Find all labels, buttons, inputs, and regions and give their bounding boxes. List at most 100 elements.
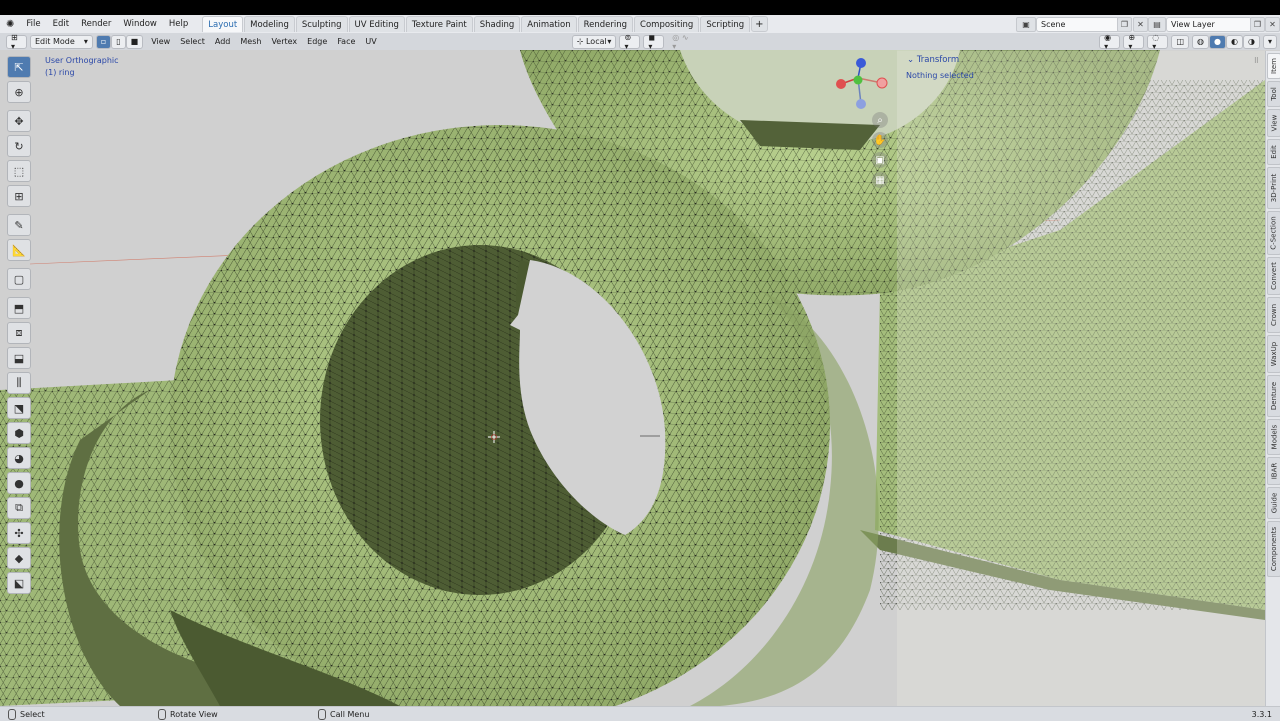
tab-texture-paint[interactable]: Texture Paint [405, 16, 473, 32]
menu-render[interactable]: Render [75, 19, 117, 29]
cursor-tool-icon[interactable]: ⊕ [7, 81, 31, 103]
viewport-header: ⊞ ▾ Edit Mode ▾ ▫ ▯ ■ View Select Add Mes… [0, 33, 1280, 51]
view-layer-selector[interactable]: View Layer [1166, 17, 1252, 32]
menu-uv[interactable]: UV [360, 37, 381, 46]
add-workspace-button[interactable]: + [751, 16, 768, 32]
extrude-tool-icon[interactable]: ⬒ [7, 297, 31, 319]
visibility-icon[interactable]: ◉ ▾ [1099, 33, 1121, 51]
selection-status: Nothing selected [906, 71, 974, 80]
shear-tool-icon[interactable]: ◆ [7, 547, 31, 569]
editor-type-button[interactable]: ⊞ ▾ [6, 33, 27, 51]
tab-models[interactable]: Models [1267, 419, 1280, 455]
menu-mesh[interactable]: Mesh [235, 37, 266, 46]
poly-build-tool-icon[interactable]: ⬢ [7, 422, 31, 444]
overlay-toggle-icon[interactable]: ◌ ▾ [1147, 33, 1169, 51]
orientation-label: Local [585, 37, 607, 46]
tab-rendering[interactable]: Rendering [577, 16, 634, 32]
scale-tool-icon[interactable]: ⬚ [7, 160, 31, 182]
shading-solid-icon[interactable]: ● [1209, 34, 1226, 49]
tab-guide[interactable]: Guide [1267, 487, 1280, 519]
tab-3d-print[interactable]: 3D-Print [1267, 167, 1280, 209]
menu-help[interactable]: Help [163, 19, 194, 29]
sidebar-panel: ⌄ Transform Nothing selected ⠿ [897, 51, 1265, 706]
mode-dropdown[interactable]: Edit Mode ▾ [29, 34, 93, 49]
tab-view[interactable]: View [1267, 109, 1280, 137]
menu-add[interactable]: Add [210, 37, 236, 46]
transform-tool-icon[interactable]: ⊞ [7, 185, 31, 207]
tab-ibar[interactable]: IBAR [1267, 457, 1280, 485]
tab-animation[interactable]: Animation [521, 16, 577, 32]
shading-options-icon[interactable]: ▾ [1262, 34, 1277, 49]
mouse-middle-icon [158, 708, 166, 720]
tab-denture[interactable]: Denture [1267, 375, 1280, 417]
tab-compositing[interactable]: Compositing [634, 16, 700, 32]
blender-logo-icon[interactable]: ✺ [0, 19, 20, 30]
menu-window[interactable]: Window [117, 19, 163, 29]
shrink-fatten-tool-icon[interactable]: ✣ [7, 522, 31, 544]
panel-drag-handle-icon[interactable]: ⠿ [1254, 57, 1259, 65]
menu-edge[interactable]: Edge [302, 37, 332, 46]
smooth-tool-icon[interactable]: ● [7, 472, 31, 494]
rip-region-tool-icon[interactable]: ⬕ [7, 572, 31, 594]
tab-c-section[interactable]: C-Section [1267, 211, 1280, 255]
knife-tool-icon[interactable]: ⬔ [7, 397, 31, 419]
menu-vertex[interactable]: Vertex [266, 37, 302, 46]
grid-projection-icon[interactable]: ▦ [872, 172, 888, 188]
tab-edit[interactable]: Edit [1267, 139, 1280, 165]
move-tool-icon[interactable]: ✥ [7, 110, 31, 132]
tab-crown[interactable]: Crown [1267, 297, 1280, 333]
tab-item[interactable]: Item [1267, 53, 1280, 79]
zoom-icon[interactable]: ⌕ [872, 112, 888, 128]
spin-tool-icon[interactable]: ◕ [7, 447, 31, 469]
add-cube-tool-icon[interactable]: ▢ [7, 268, 31, 290]
xray-toggle-icon[interactable]: ◫ [1171, 34, 1190, 49]
scene-new-icon[interactable]: ❐ [1117, 17, 1132, 32]
annotate-tool-icon[interactable]: ✎ [7, 214, 31, 236]
select-mode-edge-icon[interactable]: ▯ [111, 34, 126, 49]
measure-tool-icon[interactable]: 📐 [7, 239, 31, 261]
gizmo-toggle-icon[interactable]: ⊕ ▾ [1123, 33, 1145, 51]
pivot-point-icon[interactable]: ⊚ ▾ [619, 33, 641, 51]
shading-rendered-icon[interactable]: ◑ [1242, 34, 1260, 49]
select-box-tool-icon[interactable]: ⇱ [7, 56, 31, 78]
edge-slide-tool-icon[interactable]: ⧉ [7, 497, 31, 519]
bevel-tool-icon[interactable]: ⬓ [7, 347, 31, 369]
tab-modeling[interactable]: Modeling [244, 16, 295, 32]
camera-icon[interactable]: ▣ [872, 152, 888, 168]
rotate-tool-icon[interactable]: ↻ [7, 135, 31, 157]
menu-face[interactable]: Face [332, 37, 360, 46]
view-layer-new-icon[interactable]: ❐ [1250, 17, 1265, 32]
scene-delete-icon[interactable]: ✕ [1133, 17, 1148, 32]
scene-selector[interactable]: Scene [1036, 17, 1120, 32]
tab-shading[interactable]: Shading [473, 16, 521, 32]
shading-material-icon[interactable]: ◐ [1225, 34, 1243, 49]
menu-view[interactable]: View [146, 37, 175, 46]
view-name: User Orthographic [45, 56, 119, 65]
menu-file[interactable]: File [20, 19, 46, 29]
select-mode-face-icon[interactable]: ■ [125, 34, 144, 49]
orientation-dropdown[interactable]: ⊹ Local ▾ [571, 34, 617, 49]
tab-tool[interactable]: Tool [1267, 81, 1280, 107]
proportional-edit-icon[interactable]: ◎ ∿ ▾ [667, 33, 697, 51]
view-layer-delete-icon[interactable]: ✕ [1265, 17, 1280, 32]
mouse-left-icon [8, 708, 16, 720]
pan-hand-icon[interactable]: ✋ [872, 132, 888, 148]
tab-convert[interactable]: Convert [1267, 257, 1280, 295]
tab-scripting[interactable]: Scripting [700, 16, 751, 32]
menu-edit[interactable]: Edit [47, 19, 75, 29]
shading-wireframe-icon[interactable]: ◍ [1192, 34, 1209, 49]
snap-icon[interactable]: ◼ ▾ [643, 33, 665, 51]
tab-waxup[interactable]: WaxUp [1267, 335, 1280, 373]
tab-layout[interactable]: Layout [202, 16, 244, 32]
transform-section-header[interactable]: ⌄ Transform [907, 55, 959, 65]
menu-select[interactable]: Select [175, 37, 210, 46]
loop-cut-tool-icon[interactable]: ⫼ [7, 372, 31, 394]
inset-tool-icon[interactable]: ⧈ [7, 322, 31, 344]
status-call-menu: Call Menu [318, 708, 369, 720]
view-layer-icon[interactable]: ▤ [1148, 17, 1166, 32]
select-mode-vertex-icon[interactable]: ▫ [95, 34, 112, 49]
tab-components[interactable]: Components [1267, 521, 1280, 577]
tab-sculpting[interactable]: Sculpting [295, 16, 348, 32]
tab-uv-editing[interactable]: UV Editing [348, 16, 405, 32]
scene-type-icon[interactable]: ▣ [1016, 17, 1036, 32]
